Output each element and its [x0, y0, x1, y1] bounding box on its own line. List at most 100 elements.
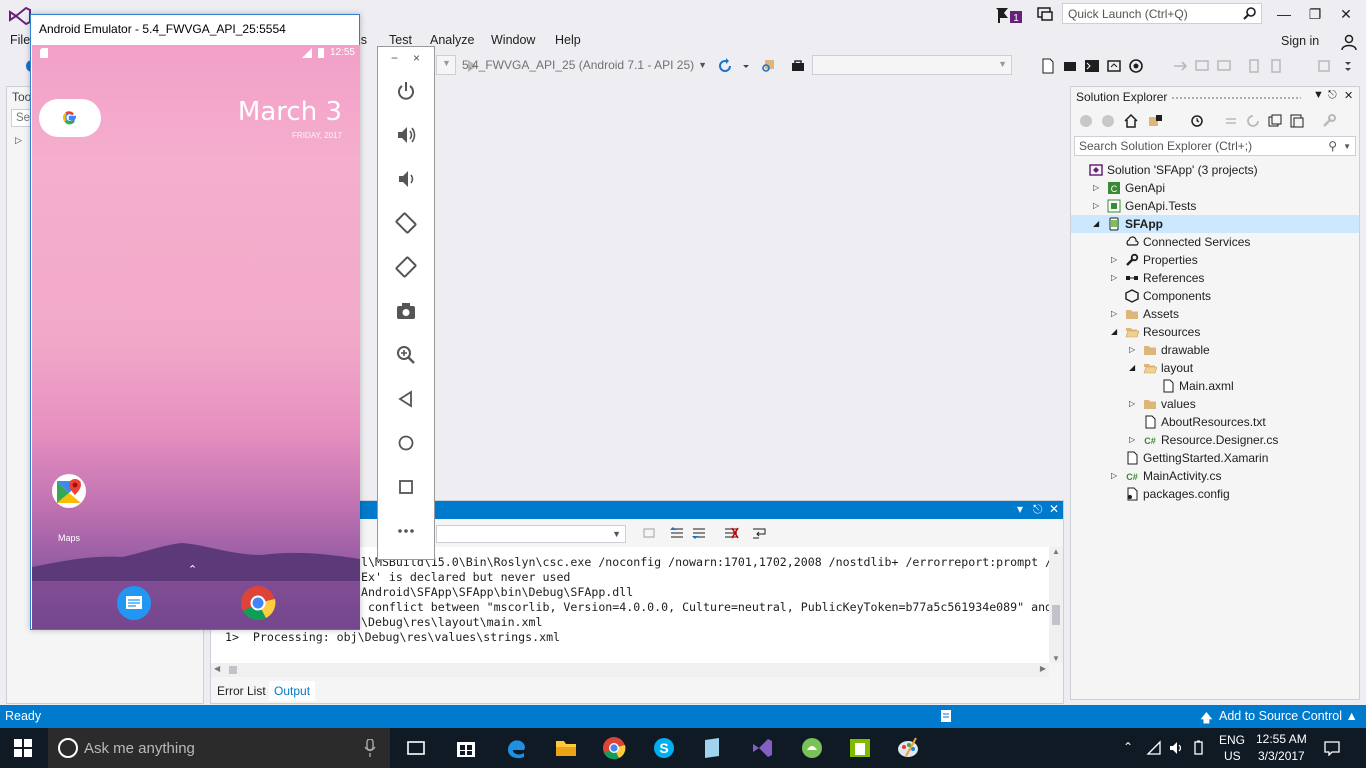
tree-node[interactable]: ▷ C# Resource.Designer.cs	[1071, 431, 1359, 449]
screenshot-camera-icon[interactable]	[395, 300, 417, 322]
tree-node[interactable]: ▷ C GenApi	[1071, 179, 1359, 197]
format-icon[interactable]	[1316, 58, 1332, 74]
edge-browser-icon[interactable]	[504, 736, 528, 760]
next-bookmark-icon[interactable]	[1268, 58, 1284, 74]
sign-in-link[interactable]: Sign in	[1281, 34, 1319, 48]
tree-node[interactable]: ▷ GenApi.Tests	[1071, 197, 1359, 215]
forward-icon[interactable]	[1101, 114, 1115, 128]
tree-node[interactable]: ▷ References	[1071, 269, 1359, 287]
tree-node[interactable]: GettingStarted.Xamarin	[1071, 449, 1359, 467]
add-to-source-control-button[interactable]: Add to Source Control ▲	[1219, 709, 1358, 723]
word-wrap-icon[interactable]	[751, 525, 767, 541]
dropdown-arrow-icon[interactable]	[738, 58, 754, 74]
refresh-icon[interactable]	[1245, 113, 1261, 129]
android-sdk-icon[interactable]	[1106, 58, 1122, 74]
rotate-left-icon[interactable]	[395, 212, 417, 234]
emulator-screen[interactable]: 12:55 March 3 FRIDAY, 2017 Maps ⌃	[32, 45, 360, 629]
task-view-icon[interactable]	[404, 736, 428, 760]
expand-triangle-icon[interactable]: ▷	[15, 135, 22, 146]
chrome-app-icon[interactable]	[240, 585, 276, 621]
tree-node[interactable]: ▷ C# MainActivity.cs	[1071, 467, 1359, 485]
expanded-twisty-icon[interactable]: ◢	[1111, 323, 1117, 341]
collapsed-twisty-icon[interactable]: ▷	[1129, 341, 1135, 359]
switch-views-icon[interactable]	[1147, 113, 1163, 129]
tab-error-list[interactable]: Error List	[212, 681, 271, 701]
properties-wrench-icon[interactable]	[1321, 113, 1337, 129]
tree-node[interactable]: ◢ layout	[1071, 359, 1359, 377]
tree-node[interactable]: AboutResources.txt	[1071, 413, 1359, 431]
step-icon[interactable]	[1172, 58, 1188, 74]
terminal-icon[interactable]	[1084, 58, 1100, 74]
uncomment-icon[interactable]	[1216, 58, 1232, 74]
document-icon[interactable]	[940, 709, 952, 723]
menu-help[interactable]: Help	[555, 33, 581, 47]
collapsed-twisty-icon[interactable]: ▷	[1111, 269, 1117, 287]
scroll-right-icon[interactable]: ▶	[1040, 664, 1046, 673]
pin-icon[interactable]: ⎋	[1328, 89, 1337, 102]
tree-node[interactable]: Components	[1071, 287, 1359, 305]
refresh-icon[interactable]	[717, 58, 733, 74]
tree-node[interactable]: packages.config	[1071, 485, 1359, 503]
tab-output[interactable]: Output	[269, 681, 316, 701]
device-manager-icon[interactable]	[1062, 58, 1078, 74]
panel-grip[interactable]	[1171, 96, 1301, 100]
menu-window[interactable]: Window	[491, 33, 535, 47]
collapsed-twisty-icon[interactable]: ▷	[1093, 197, 1099, 215]
emulator-minimize-button[interactable]: −	[391, 51, 398, 65]
messages-app-icon[interactable]	[116, 585, 152, 621]
startup-item-combo[interactable]: ▼	[812, 55, 1012, 75]
app-drawer-chevron-icon[interactable]: ⌃	[188, 563, 197, 576]
ebook-reader-icon[interactable]	[700, 736, 724, 760]
output-horizontal-scrollbar[interactable]: ◀ ▶	[211, 663, 1049, 677]
volume-down-icon[interactable]	[395, 168, 417, 190]
tree-node[interactable]: ▷ values	[1071, 395, 1359, 413]
tree-node[interactable]: ▷ drawable	[1071, 341, 1359, 359]
find-message-icon[interactable]	[641, 525, 657, 541]
feedback-icon[interactable]	[1036, 6, 1054, 22]
window-position-icon[interactable]: ▼	[1313, 89, 1324, 101]
app-window-taskbar-icon[interactable]	[848, 736, 872, 760]
collapse-all-icon[interactable]	[1267, 113, 1283, 129]
expanded-twisty-icon[interactable]: ◢	[1129, 359, 1135, 377]
next-message-icon[interactable]	[691, 525, 707, 541]
home-icon[interactable]	[1123, 113, 1139, 129]
collapsed-twisty-icon[interactable]: ▷	[1111, 251, 1117, 269]
speaker-icon[interactable]	[1168, 740, 1184, 756]
rotate-right-icon[interactable]	[395, 256, 417, 278]
back-triangle-icon[interactable]	[395, 388, 417, 410]
collapsed-twisty-icon[interactable]: ▷	[1129, 431, 1135, 449]
tree-node[interactable]: ◢ SFApp	[1071, 215, 1359, 233]
tray-overflow-chevron-icon[interactable]: ⌃	[1123, 740, 1133, 754]
restore-window-button[interactable]: ❐	[1305, 4, 1325, 24]
close-icon[interactable]: ✕	[1049, 502, 1059, 516]
close-icon[interactable]: ✕	[1344, 89, 1353, 102]
previous-message-icon[interactable]	[669, 525, 685, 541]
skype-icon[interactable]: S	[652, 736, 676, 760]
back-icon[interactable]	[1079, 114, 1093, 128]
chrome-taskbar-icon[interactable]	[602, 736, 626, 760]
battery-tray-icon[interactable]	[1190, 740, 1206, 756]
zoom-icon[interactable]	[395, 344, 417, 366]
overview-square-icon[interactable]	[395, 476, 417, 498]
scroll-left-icon[interactable]: ◀	[214, 664, 220, 673]
keyboard-region[interactable]: US	[1224, 749, 1241, 763]
clock-time[interactable]: 12:55 AM	[1256, 732, 1307, 746]
solution-explorer-search-input[interactable]: Search Solution Explorer (Ctrl+;) ⚲ ▼	[1074, 136, 1356, 156]
output-source-combo[interactable]: ▼	[436, 525, 626, 543]
home-date[interactable]: March 3	[238, 97, 342, 127]
power-icon[interactable]	[395, 80, 417, 102]
scroll-down-icon[interactable]: ▼	[1052, 654, 1060, 663]
clear-all-icon[interactable]	[723, 525, 739, 541]
scroll-thumb[interactable]	[229, 666, 237, 674]
close-window-button[interactable]: ✕	[1336, 4, 1356, 24]
cortana-search-box[interactable]: Ask me anything	[48, 728, 390, 768]
toolbox-icon[interactable]	[790, 58, 806, 74]
tree-node[interactable]: Solution 'SFApp' (3 projects)	[1071, 161, 1359, 179]
menu-test[interactable]: Test	[389, 33, 412, 47]
emulator-close-button[interactable]: ×	[413, 51, 420, 65]
expanded-twisty-icon[interactable]: ◢	[1093, 215, 1099, 233]
tree-node[interactable]: Main.axml	[1071, 377, 1359, 395]
find-in-files-icon[interactable]	[760, 58, 776, 74]
action-center-icon[interactable]	[1324, 740, 1340, 756]
windows-start-icon[interactable]	[14, 739, 32, 757]
